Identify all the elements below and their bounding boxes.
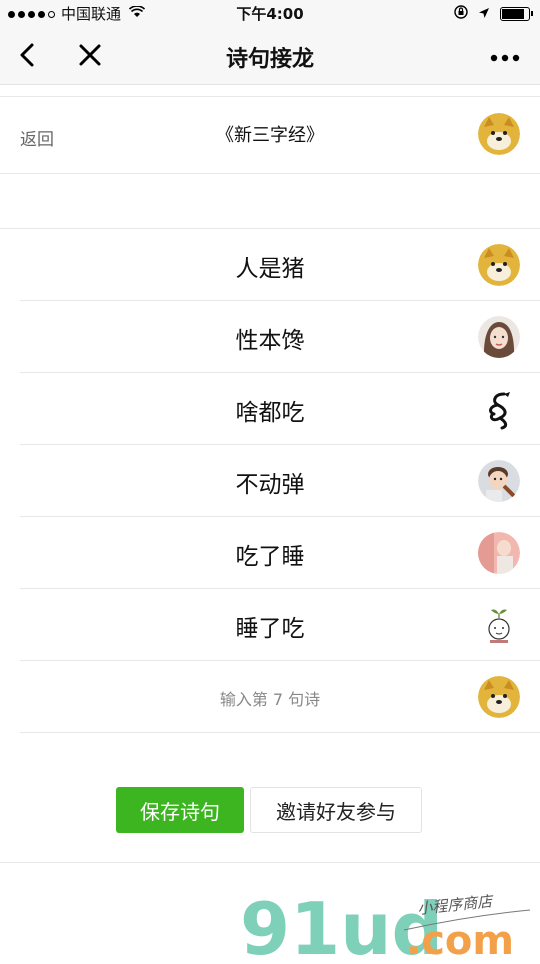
poem-title: 《新三字经》 <box>216 125 324 146</box>
poem-line-text: 人是猪 <box>235 256 305 282</box>
bottom-divider <box>0 862 540 863</box>
pink-avatar <box>478 532 520 574</box>
doge-avatar <box>478 244 520 286</box>
doge-avatar <box>478 676 520 718</box>
watermark-logo: 91ud .com 小程序商店 <box>238 880 540 964</box>
poem-line-text: 睡了吃 <box>235 616 305 642</box>
poem-line: 吃了睡 <box>20 517 540 589</box>
poem-line-text: 性本馋 <box>235 328 305 354</box>
sprout-avatar <box>478 604 520 646</box>
poem-header: 返回 《新三字经》 <box>0 96 540 174</box>
action-buttons: 保存诗句 邀请好友参与 <box>116 787 422 833</box>
poem-lines: 人是猪 性本馋 啥都吃 不动弹 吃了睡 睡了吃 输入第 7 句诗 <box>0 228 540 733</box>
invite-friends-button[interactable]: 邀请好友参与 <box>250 787 422 833</box>
dragon-avatar <box>478 388 520 430</box>
poem-line-text: 啥都吃 <box>235 400 305 426</box>
battery-icon <box>500 7 533 21</box>
status-bar: 中国联通 下午4:00 <box>0 0 540 28</box>
poem-line-text: 吃了睡 <box>235 544 305 570</box>
next-line-input[interactable]: 输入第 7 句诗 <box>20 686 520 710</box>
poem-line: 啥都吃 <box>20 373 540 445</box>
doge-avatar <box>478 113 520 155</box>
poem-line: 人是猪 <box>20 229 540 301</box>
page-title: 诗句接龙 <box>225 47 314 72</box>
location-icon <box>478 0 490 28</box>
poem-line: 性本馋 <box>20 301 540 373</box>
poem-line-text: 不动弹 <box>235 472 305 498</box>
more-icon[interactable] <box>490 44 520 66</box>
status-right <box>454 0 533 28</box>
save-poem-button[interactable]: 保存诗句 <box>116 787 244 833</box>
poem-line: 睡了吃 <box>20 589 540 661</box>
next-line-input-row[interactable]: 输入第 7 句诗 <box>20 661 540 733</box>
girl-avatar <box>478 316 520 358</box>
poem-line: 不动弹 <box>20 445 540 517</box>
orientation-lock-icon <box>454 0 468 28</box>
nav-bar: 诗句接龙 <box>0 28 540 85</box>
watermark-domain: .com <box>406 918 514 960</box>
child-avatar <box>478 460 520 502</box>
